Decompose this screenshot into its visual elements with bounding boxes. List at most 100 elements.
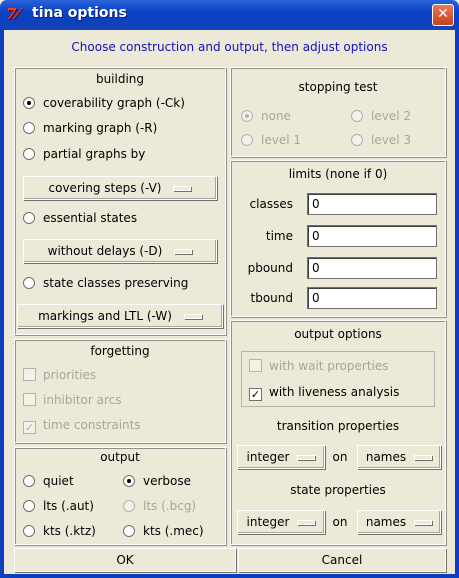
limits-title: limits (none if 0) (288, 167, 388, 181)
forgetting-panel: forgetting priorities inhibitor arcs ✓ ti… (14, 339, 226, 443)
radio-indicator[interactable] (23, 97, 35, 109)
checkbox-liveness-analysis[interactable]: ✓ with liveness analysis (249, 383, 399, 401)
menu-value: without delays (-D) (47, 244, 163, 258)
radio-label: lts (.aut) (43, 499, 94, 513)
state-properties-title: state properties (290, 483, 386, 497)
radio-indicator[interactable] (123, 475, 135, 487)
radio-stop-level-2[interactable]: level 2 (351, 107, 411, 125)
radio-label: verbose (143, 474, 192, 488)
radio-indicator[interactable] (351, 110, 363, 122)
radio-state-classes[interactable]: state classes preserving (23, 274, 188, 292)
checkbox-indicator[interactable]: ✓ (23, 421, 36, 434)
transition-on-menu[interactable]: names (357, 445, 441, 469)
transition-type-menu[interactable]: integer (237, 445, 325, 469)
radio-indicator[interactable] (123, 525, 135, 537)
menu-indicator-icon (297, 520, 316, 525)
radio-indicator[interactable] (123, 500, 135, 512)
radio-partial-graphs[interactable]: partial graphs by (23, 145, 145, 163)
pbound-field[interactable]: 0 (307, 257, 437, 279)
radio-indicator[interactable] (23, 500, 35, 512)
checkbox-label: time constraints (43, 418, 141, 432)
menu-value: markings and LTL (-W) (38, 309, 172, 323)
limits-panel: limits (none if 0) classes 0 time 0 pbou… (230, 160, 446, 317)
menu-indicator-icon (183, 314, 202, 319)
checkbox-indicator[interactable]: ✓ (249, 388, 262, 401)
state-type-menu[interactable]: integer (237, 510, 325, 534)
radio-stop-level-1[interactable]: level 1 (241, 131, 301, 149)
menu-value: covering steps (-V) (48, 181, 162, 195)
radio-coverability-graph[interactable]: coverability graph (-Ck) (23, 94, 185, 112)
menu-indicator-icon (414, 520, 433, 525)
radio-label: level 3 (371, 133, 411, 147)
radio-label: essential states (43, 211, 138, 225)
menu-indicator-icon (174, 249, 193, 254)
radio-label: kts (.mec) (143, 524, 204, 538)
radio-kts-ktz[interactable]: kts (.ktz) (23, 522, 96, 540)
classes-field[interactable]: 0 (307, 193, 437, 215)
checkbox-indicator[interactable] (249, 359, 262, 372)
checkbox-indicator[interactable] (23, 393, 36, 406)
radio-indicator[interactable] (351, 134, 363, 146)
radio-kts-mec[interactable]: kts (.mec) (123, 522, 204, 540)
output-options-panel: output options with wait properties ✓ wit… (230, 320, 446, 545)
radio-quiet[interactable]: quiet (23, 472, 74, 490)
checkbox-wait-properties[interactable]: with wait properties (249, 357, 389, 375)
radio-lts-bcg[interactable]: lts (.bcg) (123, 497, 196, 515)
pbound-label: pbound (247, 261, 293, 275)
radio-label: coverability graph (-Ck) (43, 96, 185, 110)
output-panel: output quiet verbose lts (.aut) lts (.bc… (14, 447, 226, 545)
radio-verbose[interactable]: verbose (123, 472, 191, 490)
radio-indicator[interactable] (23, 148, 35, 160)
radio-stop-none[interactable]: none (241, 107, 291, 125)
checkbox-priorities[interactable]: priorities (23, 366, 96, 384)
instruction-text: Choose construction and output, then adj… (71, 40, 388, 54)
checkbox-indicator[interactable] (23, 368, 36, 381)
radio-label: quiet (43, 474, 74, 488)
time-field[interactable]: 0 (307, 225, 437, 247)
ok-button[interactable]: OK (14, 548, 236, 572)
radio-lts-aut[interactable]: lts (.aut) (23, 497, 94, 515)
radio-indicator[interactable] (241, 110, 253, 122)
building-panel: building coverability graph (-Ck) markin… (14, 67, 226, 335)
transition-on-label: on (332, 450, 348, 464)
title-bar[interactable]: 7⁄ tina options ✕ (0, 0, 459, 30)
radio-indicator[interactable] (23, 475, 35, 487)
classes-label: classes (249, 197, 293, 211)
radio-indicator[interactable] (23, 212, 35, 224)
radio-indicator[interactable] (23, 277, 35, 289)
menu-value: integer (246, 515, 290, 529)
radio-essential-states[interactable]: essential states (23, 209, 137, 227)
radio-stop-level-3[interactable]: level 3 (351, 131, 411, 149)
radio-label: level 2 (371, 109, 411, 123)
menu-indicator-icon (297, 455, 316, 460)
menu-value: integer (246, 450, 290, 464)
close-button[interactable]: ✕ (432, 4, 454, 26)
forgetting-title: forgetting (90, 344, 150, 358)
radio-marking-graph[interactable]: marking graph (-R) (23, 119, 157, 137)
essential-states-menu[interactable]: without delays (-D) (23, 239, 217, 263)
radio-label: partial graphs by (43, 147, 146, 161)
tbound-field[interactable]: 0 (307, 287, 437, 309)
time-label: time (265, 229, 293, 243)
checkbox-time-constraints[interactable]: ✓ time constraints (23, 416, 141, 434)
window-title: tina options (32, 5, 127, 21)
checkbox-label: with liveness analysis (269, 385, 400, 399)
partial-graphs-menu[interactable]: covering steps (-V) (23, 176, 217, 200)
stopping-test-panel: stopping test none level 2 level 1 level… (230, 67, 446, 157)
radio-indicator[interactable] (241, 134, 253, 146)
radio-indicator[interactable] (23, 122, 35, 134)
radio-label: level 1 (261, 133, 301, 147)
radio-label: none (261, 109, 291, 123)
checkbox-label: inhibitor arcs (43, 393, 122, 407)
building-title: building (95, 72, 145, 86)
checkbox-inhibitor-arcs[interactable]: inhibitor arcs (23, 391, 122, 409)
cancel-button[interactable]: Cancel (238, 548, 446, 572)
radio-label: state classes preserving (43, 276, 189, 290)
state-on-menu[interactable]: names (357, 510, 441, 534)
radio-indicator[interactable] (23, 525, 35, 537)
radio-label: kts (.ktz) (43, 524, 96, 538)
radio-label: lts (.bcg) (143, 499, 197, 513)
state-classes-menu[interactable]: markings and LTL (-W) (17, 304, 223, 328)
transition-properties-title: transition properties (276, 419, 400, 433)
stopping-test-title: stopping test (298, 80, 378, 94)
